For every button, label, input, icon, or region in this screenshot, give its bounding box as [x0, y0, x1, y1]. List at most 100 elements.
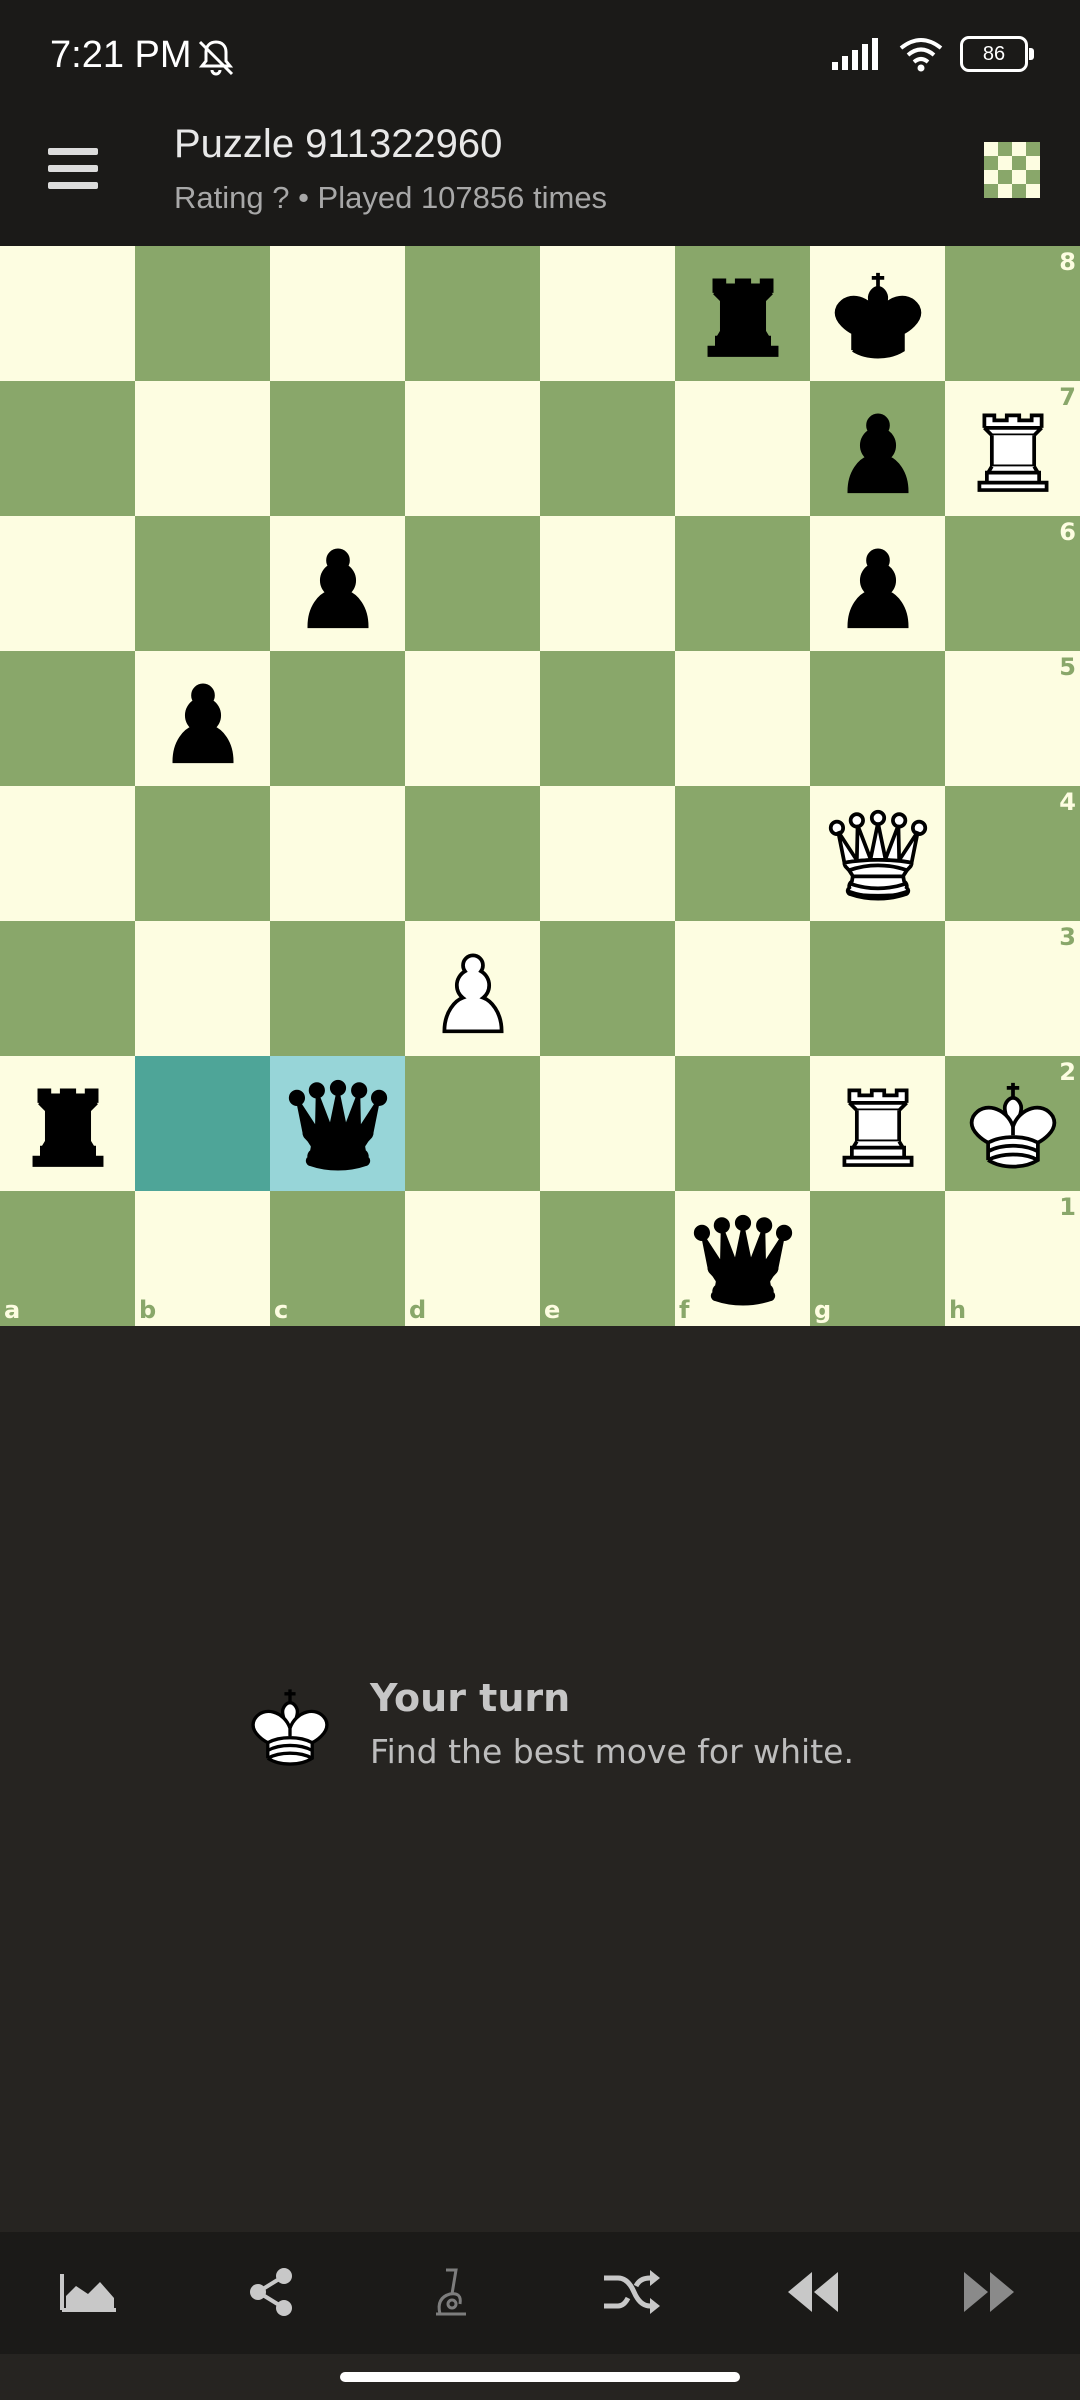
square-h1[interactable]: 1h: [945, 1191, 1080, 1326]
square-f6[interactable]: [675, 516, 810, 651]
square-e3[interactable]: [540, 921, 675, 1056]
square-c5[interactable]: [270, 651, 405, 786]
square-d6[interactable]: [405, 516, 540, 651]
square-b1[interactable]: b: [135, 1191, 270, 1326]
square-a8[interactable]: [0, 246, 135, 381]
square-a7[interactable]: [0, 381, 135, 516]
square-f1[interactable]: f: [675, 1191, 810, 1326]
square-a4[interactable]: [0, 786, 135, 921]
square-a1[interactable]: a: [0, 1191, 135, 1326]
square-g8[interactable]: [810, 246, 945, 381]
white-rook-icon[interactable]: [957, 393, 1069, 505]
status-time: 7:21 PM: [50, 34, 192, 76]
square-e8[interactable]: [540, 246, 675, 381]
shuffle-icon[interactable]: [600, 2264, 662, 2320]
square-f2[interactable]: [675, 1056, 810, 1191]
square-e6[interactable]: [540, 516, 675, 651]
bottom-toolbar: [0, 2232, 1080, 2354]
black-pawn-icon[interactable]: [822, 528, 934, 640]
share-icon[interactable]: [240, 2264, 302, 2320]
square-e5[interactable]: [540, 651, 675, 786]
square-a2[interactable]: [0, 1056, 135, 1191]
square-h3[interactable]: 3: [945, 921, 1080, 1056]
square-b2[interactable]: [135, 1056, 270, 1191]
square-h6[interactable]: 6: [945, 516, 1080, 651]
square-d2[interactable]: [405, 1056, 540, 1191]
square-e7[interactable]: [540, 381, 675, 516]
square-c8[interactable]: [270, 246, 405, 381]
turn-description: Find the best move for white.: [370, 1732, 854, 1771]
square-g3[interactable]: [810, 921, 945, 1056]
file-label: h: [949, 1296, 967, 1324]
square-d7[interactable]: [405, 381, 540, 516]
square-c2[interactable]: [270, 1056, 405, 1191]
square-f7[interactable]: [675, 381, 810, 516]
black-king-icon[interactable]: [822, 258, 934, 370]
rank-label: 2: [1059, 1058, 1076, 1086]
square-d3[interactable]: [405, 921, 540, 1056]
square-e1[interactable]: e: [540, 1191, 675, 1326]
analysis-icon[interactable]: [420, 2264, 482, 2320]
square-g6[interactable]: [810, 516, 945, 651]
square-d1[interactable]: d: [405, 1191, 540, 1326]
square-a5[interactable]: [0, 651, 135, 786]
square-g4[interactable]: [810, 786, 945, 921]
square-h2[interactable]: 2: [945, 1056, 1080, 1191]
white-king-icon[interactable]: [957, 1068, 1069, 1180]
black-rook-icon[interactable]: [12, 1068, 124, 1180]
battery-icon: 86: [960, 36, 1034, 72]
square-b8[interactable]: [135, 246, 270, 381]
square-h8[interactable]: 8: [945, 246, 1080, 381]
square-f8[interactable]: [675, 246, 810, 381]
square-c7[interactable]: [270, 381, 405, 516]
square-g2[interactable]: [810, 1056, 945, 1191]
square-g7[interactable]: [810, 381, 945, 516]
square-g1[interactable]: g: [810, 1191, 945, 1326]
square-c6[interactable]: [270, 516, 405, 651]
square-e4[interactable]: [540, 786, 675, 921]
square-g5[interactable]: [810, 651, 945, 786]
square-b4[interactable]: [135, 786, 270, 921]
square-h4[interactable]: 4: [945, 786, 1080, 921]
black-queen-icon[interactable]: [282, 1068, 394, 1180]
square-a6[interactable]: [0, 516, 135, 651]
black-pawn-icon[interactable]: [282, 528, 394, 640]
file-label: b: [139, 1296, 157, 1324]
turn-title: Your turn: [370, 1676, 571, 1720]
page-title: Puzzle 911322960: [174, 122, 503, 166]
chart-icon[interactable]: [58, 2264, 120, 2320]
menu-icon[interactable]: [48, 148, 98, 192]
chess-board[interactable]: 8765432 ab cdef g 1h: [0, 246, 1080, 1326]
square-b3[interactable]: [135, 921, 270, 1056]
file-label: f: [679, 1296, 690, 1324]
black-queen-icon[interactable]: [687, 1203, 799, 1315]
square-c1[interactable]: c: [270, 1191, 405, 1326]
square-e2[interactable]: [540, 1056, 675, 1191]
black-pawn-icon[interactable]: [822, 393, 934, 505]
black-pawn-icon[interactable]: [147, 663, 259, 775]
square-a3[interactable]: [0, 921, 135, 1056]
board-flip-icon[interactable]: [984, 142, 1040, 198]
white-queen-icon[interactable]: [822, 798, 934, 910]
square-c3[interactable]: [270, 921, 405, 1056]
square-b6[interactable]: [135, 516, 270, 651]
square-f3[interactable]: [675, 921, 810, 1056]
square-b7[interactable]: [135, 381, 270, 516]
square-b5[interactable]: [135, 651, 270, 786]
square-h5[interactable]: 5: [945, 651, 1080, 786]
next-icon[interactable]: [958, 2264, 1020, 2320]
file-label: g: [814, 1296, 832, 1324]
square-d8[interactable]: [405, 246, 540, 381]
home-indicator[interactable]: [340, 2372, 740, 2382]
square-f5[interactable]: [675, 651, 810, 786]
status-bar: 7:21 PM 86: [0, 0, 1080, 120]
square-d5[interactable]: [405, 651, 540, 786]
square-h7[interactable]: 7: [945, 381, 1080, 516]
square-d4[interactable]: [405, 786, 540, 921]
square-f4[interactable]: [675, 786, 810, 921]
previous-icon[interactable]: [782, 2264, 844, 2320]
black-rook-icon[interactable]: [687, 258, 799, 370]
white-rook-icon[interactable]: [822, 1068, 934, 1180]
white-pawn-icon[interactable]: [417, 933, 529, 1045]
square-c4[interactable]: [270, 786, 405, 921]
